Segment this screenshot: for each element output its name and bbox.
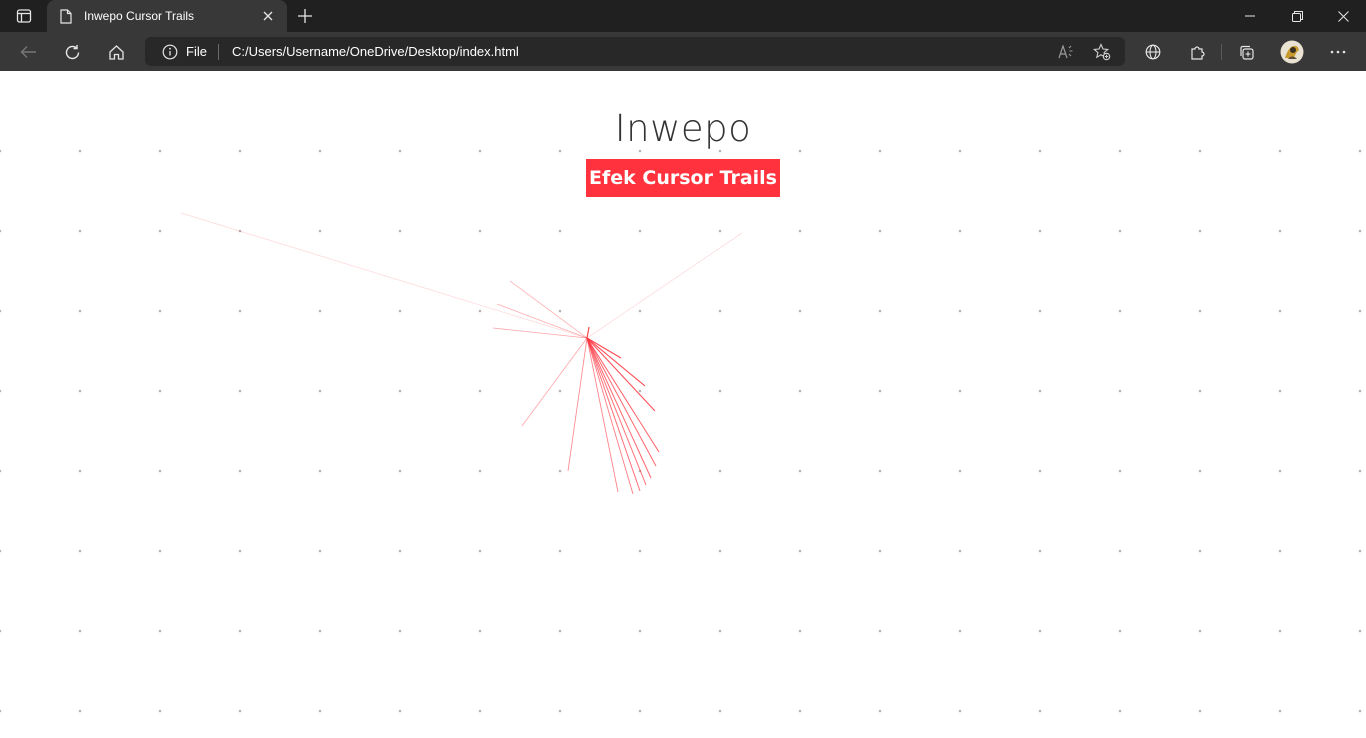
trail-line	[586, 337, 660, 453]
restore-icon[interactable]	[1287, 6, 1307, 26]
read-aloud-icon[interactable]	[1056, 42, 1076, 62]
trail-line	[586, 326, 590, 339]
favorites-icon[interactable]	[1092, 42, 1112, 62]
close-icon[interactable]	[260, 8, 276, 24]
address-divider	[218, 44, 219, 60]
trail-line	[586, 337, 652, 479]
trail-line	[586, 337, 647, 486]
back-icon[interactable]	[17, 41, 39, 63]
extensions-icon[interactable]	[1186, 41, 1208, 63]
home-icon[interactable]	[105, 41, 127, 63]
trail-line	[521, 337, 588, 427]
trail-line	[180, 212, 588, 339]
page-icon	[59, 8, 73, 24]
minimize-icon[interactable]	[1240, 6, 1260, 26]
page-content[interactable]: Inwepo Efek Cursor Trails	[0, 71, 1366, 738]
tab-active[interactable]: Inwepo Cursor Trails	[47, 0, 287, 32]
more-icon[interactable]	[1327, 41, 1349, 63]
address-bar[interactable]: File C:/Users/Username/OneDrive/Desktop/…	[145, 37, 1125, 66]
toolbar-divider	[1221, 44, 1222, 60]
trail-line	[586, 337, 634, 495]
tab-bar: Inwepo Cursor Trails	[0, 0, 1366, 32]
collections-icon[interactable]	[1235, 41, 1257, 63]
refresh-icon[interactable]	[61, 41, 83, 63]
browser-toolbar: File C:/Users/Username/OneDrive/Desktop/…	[0, 32, 1366, 71]
tab-title: Inwepo Cursor Trails	[84, 9, 195, 23]
trail-line	[586, 232, 743, 339]
new-tab-icon[interactable]	[295, 6, 315, 26]
trail-line	[509, 280, 588, 339]
avatar[interactable]	[1280, 40, 1304, 64]
address-url[interactable]: C:/Users/Username/OneDrive/Desktop/index…	[232, 44, 519, 59]
window-close-icon[interactable]	[1333, 6, 1353, 26]
trail-line	[567, 337, 588, 472]
subtitle-badge: Efek Cursor Trails	[586, 159, 780, 197]
address-scheme-label: File	[186, 44, 207, 59]
page-title: Inwepo	[614, 107, 752, 150]
sidebar-icon[interactable]	[14, 6, 34, 26]
info-icon[interactable]	[161, 43, 179, 61]
trail-line	[586, 337, 657, 467]
globe-icon[interactable]	[1142, 41, 1164, 63]
